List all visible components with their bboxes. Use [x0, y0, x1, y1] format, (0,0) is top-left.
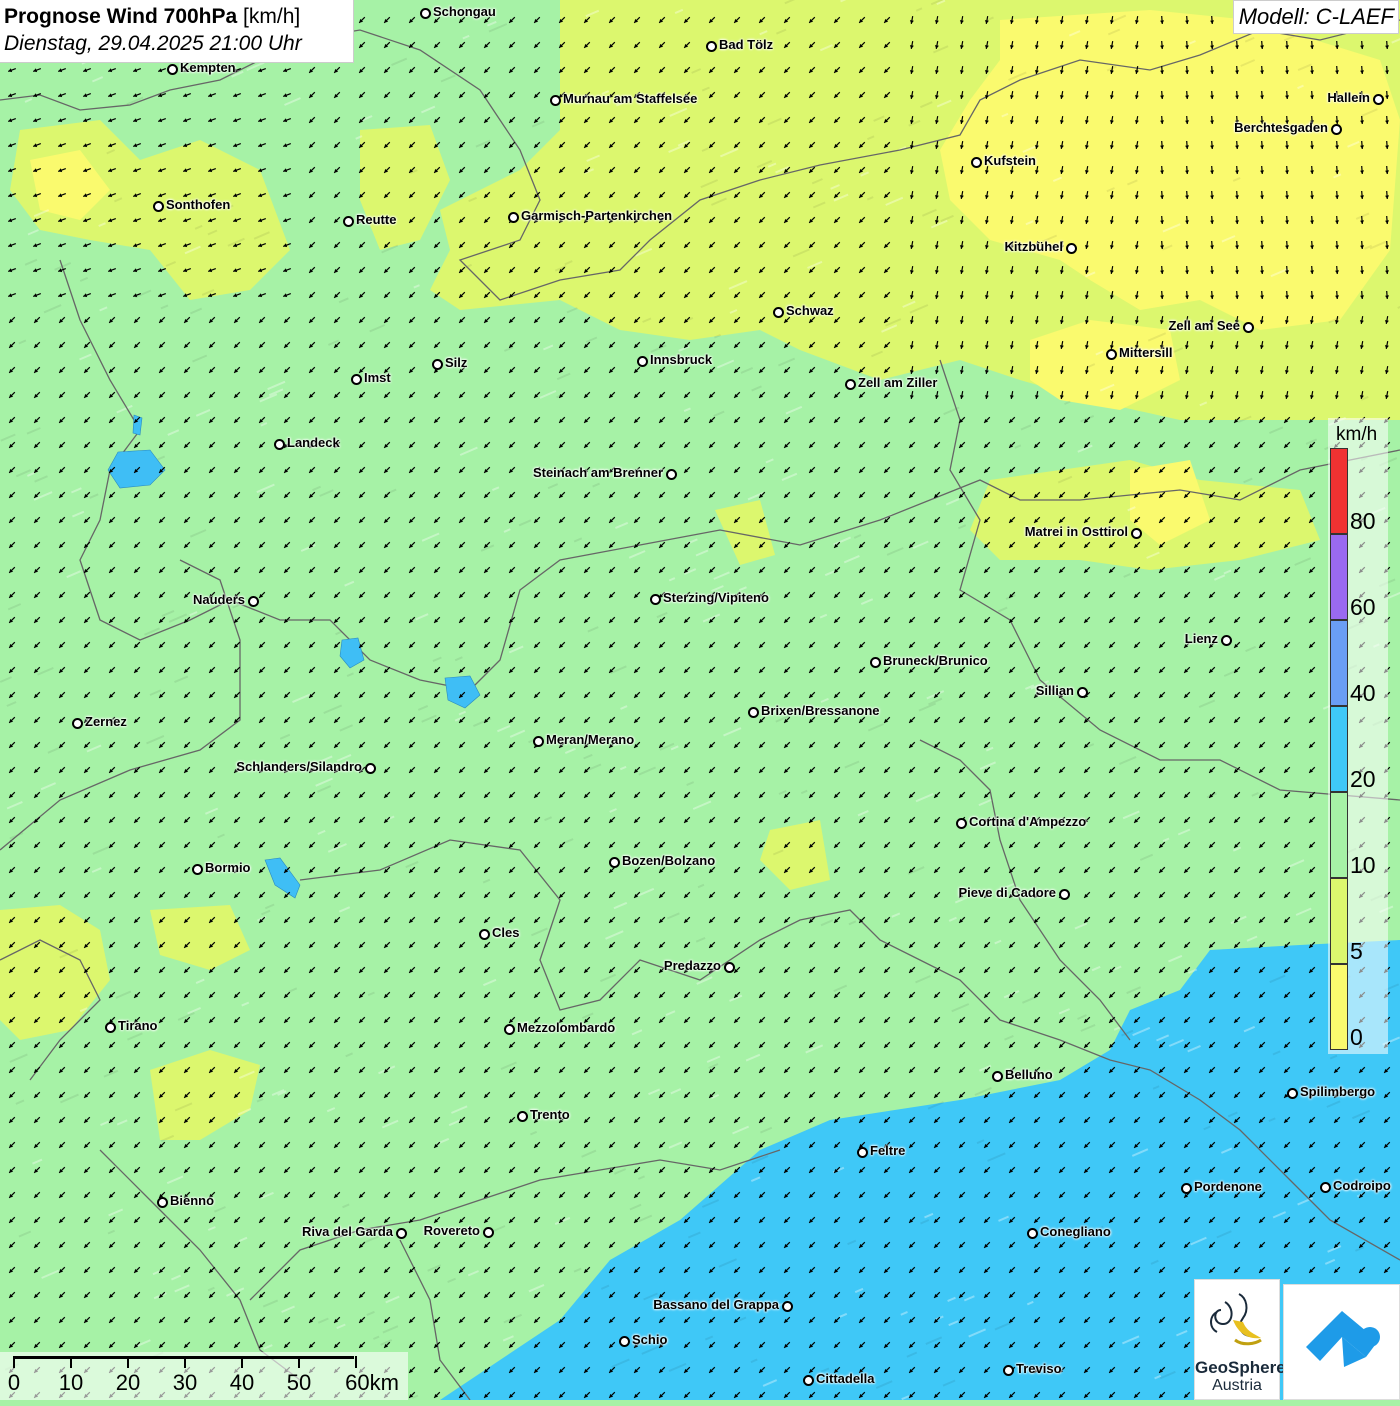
- lake: [132, 414, 143, 436]
